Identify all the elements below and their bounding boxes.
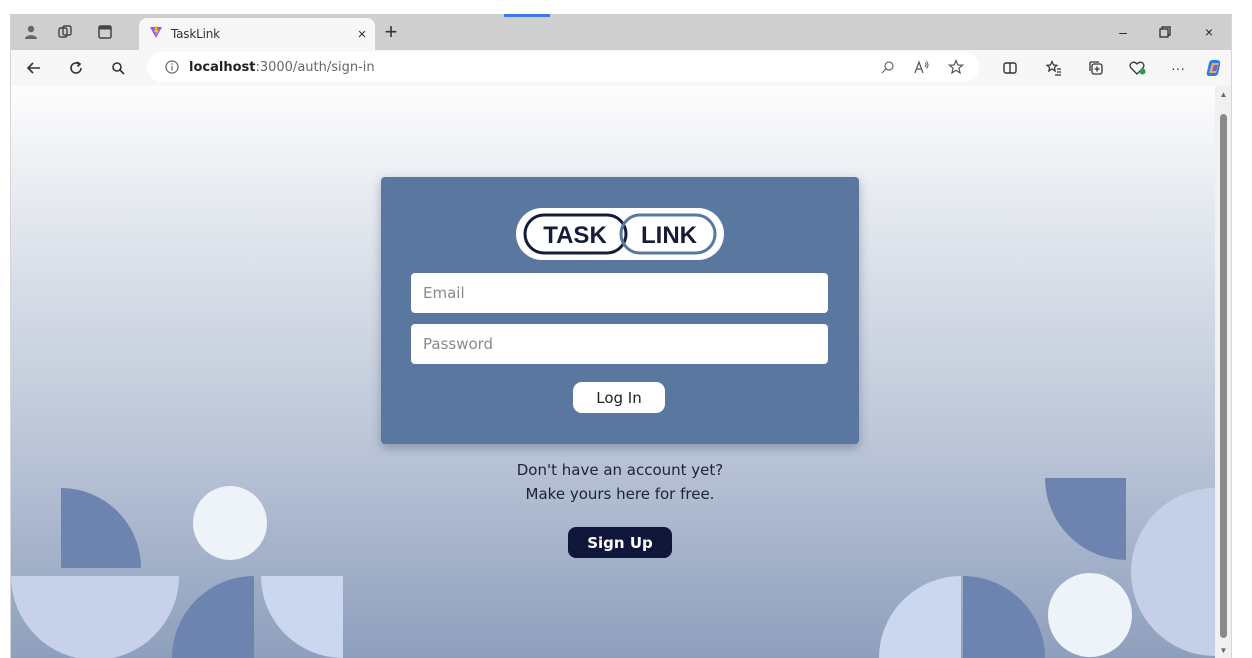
login-card: TASK LINK Log In (381, 177, 859, 444)
circle-shape (1048, 573, 1132, 657)
circle-shape (193, 486, 267, 560)
quarter-circle-shape (261, 576, 343, 658)
vite-favicon-icon (149, 25, 163, 44)
quarter-circle-shape (963, 576, 1045, 658)
scroll-thumb[interactable] (1220, 114, 1227, 638)
read-aloud-icon[interactable] (907, 53, 937, 81)
tab-actions-icon[interactable] (91, 20, 119, 44)
collections-icon[interactable] (1081, 54, 1111, 82)
address-bar-actions (873, 52, 971, 82)
favorites-icon[interactable] (1039, 54, 1069, 82)
star-icon[interactable] (941, 53, 971, 81)
split-screen-icon[interactable] (995, 54, 1025, 82)
close-icon[interactable]: × (349, 23, 375, 45)
signup-prompt-line-2: Make yours here for free. (525, 485, 715, 503)
tab-tasklink[interactable]: TaskLink × (139, 18, 375, 50)
scrollbar[interactable]: ▲ ▼ (1215, 86, 1231, 658)
close-window-icon[interactable]: × (1191, 20, 1227, 44)
plus-icon[interactable]: + (377, 19, 405, 44)
refresh-icon[interactable] (61, 54, 91, 82)
quarter-circle-shape (879, 576, 961, 658)
browser-toolbar: localhost:3000/auth/sign-in ··· (11, 50, 1231, 86)
login-button[interactable]: Log In (573, 382, 665, 413)
tasklink-logo-mark: TASK LINK (516, 208, 724, 260)
tab-indicator (504, 14, 550, 17)
restore-icon[interactable] (1147, 20, 1183, 44)
tab-title: TaskLink (171, 27, 220, 41)
minimize-icon[interactable]: – (1105, 20, 1141, 44)
scroll-down-icon[interactable]: ▼ (1219, 646, 1228, 655)
address-bar[interactable]: localhost:3000/auth/sign-in (147, 52, 979, 82)
workspaces-icon[interactable] (51, 20, 79, 44)
url-path: :3000/auth/sign-in (255, 59, 375, 75)
profile-icon[interactable] (17, 20, 45, 44)
half-circle-shape (11, 576, 179, 658)
email-field[interactable] (411, 273, 828, 313)
sign-in-page: TASK LINK Log In Don't have an account y… (11, 86, 1215, 658)
quarter-circle-shape (1045, 478, 1126, 560)
quarter-circle-shape (172, 576, 254, 658)
browser-window: TaskLink × + – × localhost:3000/auth/sig… (10, 14, 1232, 658)
search-icon[interactable] (103, 54, 133, 82)
tasklink-logo: TASK LINK (515, 207, 725, 261)
heart-icon[interactable] (1123, 54, 1153, 82)
ellipsis-icon[interactable]: ··· (1163, 54, 1193, 82)
zoom-icon[interactable] (873, 53, 903, 81)
signup-prompt-line-1: Don't have an account yet? (516, 461, 724, 479)
logo-text-task: TASK (543, 222, 607, 249)
scroll-up-icon[interactable]: ▲ (1219, 90, 1228, 99)
password-field[interactable] (411, 324, 828, 364)
signup-button[interactable]: Sign Up (568, 527, 672, 558)
tab-strip: TaskLink × + – × (11, 14, 1231, 50)
back-arrow-icon[interactable] (19, 54, 49, 82)
quarter-circle-shape (61, 488, 141, 568)
info-icon[interactable] (155, 60, 189, 74)
url-host: localhost (189, 59, 256, 75)
logo-text-link: LINK (641, 222, 698, 249)
url-text[interactable]: localhost:3000/auth/sign-in (189, 60, 375, 75)
copilot-icon[interactable] (1199, 54, 1229, 82)
semicircle-shape (1131, 488, 1215, 656)
